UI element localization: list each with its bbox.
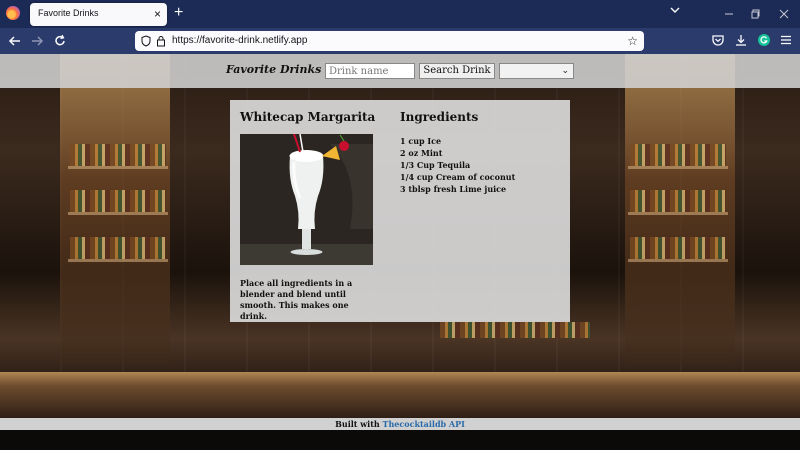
new-tab-icon[interactable]: +	[174, 4, 183, 22]
drink-image	[240, 134, 373, 265]
chevron-down-icon: ⌄	[561, 65, 569, 75]
close-window-icon[interactable]	[779, 9, 789, 19]
pocket-icon[interactable]	[711, 33, 725, 47]
browser-toolbar: https://favorite-drink.netlify.app ☆	[0, 28, 800, 54]
drink-search-input[interactable]	[325, 63, 415, 79]
url-bar[interactable]: https://favorite-drink.netlify.app ☆	[135, 31, 644, 51]
ingredient-item: 1/3 Cup Tequila	[400, 160, 471, 170]
lock-icon[interactable]	[156, 35, 166, 47]
site-footer: Built with Thecocktaildb API	[0, 418, 800, 430]
ingredient-item: 1 cup Ice	[400, 136, 442, 146]
drink-name: Whitecap Margarita	[240, 110, 376, 124]
footer-prefix: Built with	[335, 419, 380, 429]
cocktaildb-api-link[interactable]: Thecocktaildb API	[383, 419, 465, 429]
ingredient-item: 2 oz Mint	[400, 148, 443, 158]
drink-select[interactable]: ⌄	[499, 63, 574, 79]
tab-list-icon[interactable]	[670, 5, 680, 15]
ingredient-item: 3 tblsp fresh Lime juice	[400, 184, 507, 194]
url-text[interactable]: https://favorite-drink.netlify.app	[172, 35, 307, 46]
grammarly-icon[interactable]	[757, 33, 771, 47]
page-viewport: Favorite Drinks Search Drink ⌄ Whitecap …	[0, 54, 800, 450]
tab-strip: Favorite Drinks × +	[0, 0, 800, 28]
minimize-icon[interactable]	[724, 9, 734, 19]
firefox-logo-icon	[6, 6, 20, 20]
tab-favorite-drinks[interactable]: Favorite Drinks ×	[30, 3, 167, 26]
ingredient-item: 1/4 cup Cream of coconut	[400, 172, 516, 182]
search-drink-button[interactable]: Search Drink	[419, 63, 495, 79]
forward-icon[interactable]	[28, 32, 46, 50]
reload-icon[interactable]	[51, 32, 69, 50]
site-title: Favorite Drinks	[226, 63, 322, 76]
menu-icon[interactable]	[779, 33, 793, 47]
cocktail-photo-icon	[240, 134, 373, 265]
drink-instructions: Place all ingredients in a blender and b…	[240, 278, 353, 321]
drink-card: Whitecap Margarita Place all ingredients…	[230, 100, 570, 322]
site-header: Favorite Drinks Search Drink ⌄	[0, 54, 800, 88]
tab-title: Favorite Drinks	[38, 8, 99, 18]
download-icon[interactable]	[734, 33, 748, 47]
ingredient-list: 1 cup Ice 2 oz Mint 1/3 Cup Tequila 1/4 …	[400, 135, 515, 195]
maximize-icon[interactable]	[751, 9, 761, 19]
bookmark-star-icon[interactable]: ☆	[627, 34, 638, 48]
ingredients-heading: Ingredients	[400, 110, 479, 124]
shield-icon[interactable]	[141, 35, 151, 47]
tab-close-icon[interactable]: ×	[154, 6, 161, 22]
back-icon[interactable]	[6, 32, 24, 50]
